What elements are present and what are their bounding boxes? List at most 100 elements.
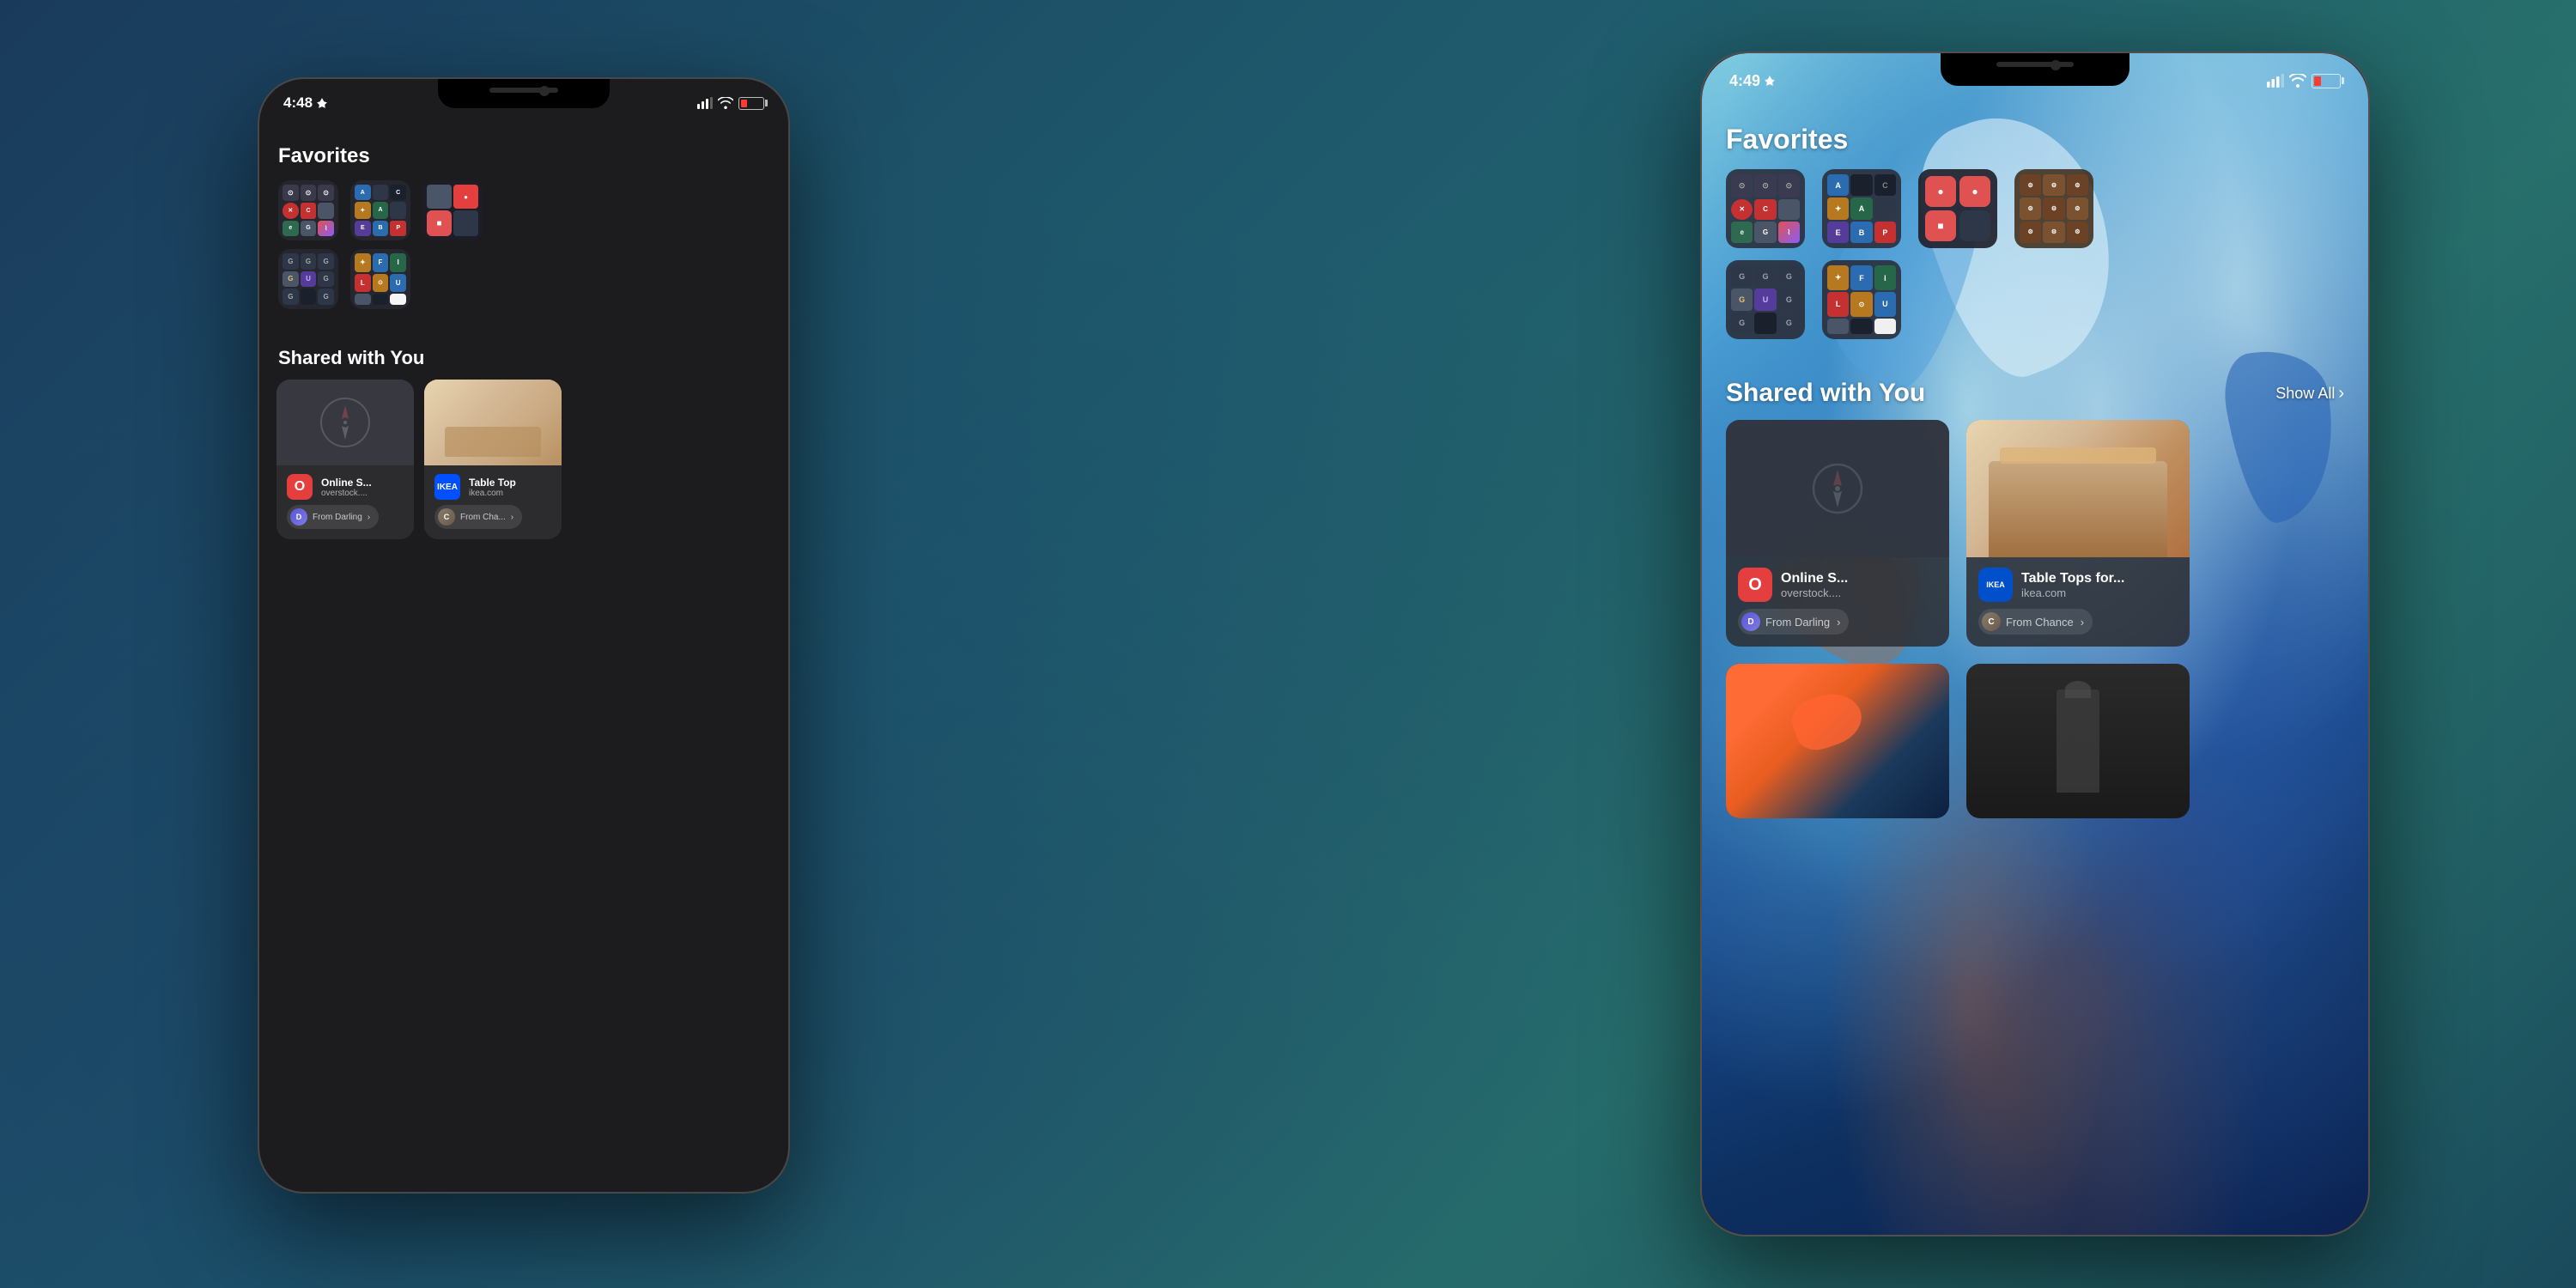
favorites-row1-back: ⊙ ⊙ ⊙ ✕ C e G ⌇ A C [259, 180, 788, 240]
table-top-image-back [424, 380, 562, 465]
app-cell-back: A [355, 185, 371, 200]
from-tag-1-back[interactable]: D From Darling › [287, 505, 379, 529]
card-info-1-front: O Online S... overstock.... D From Darli… [1726, 557, 1949, 647]
app-cell-back [390, 202, 406, 218]
card-image-1-front [1726, 420, 1949, 557]
status-bar-back: 4:48 [283, 91, 764, 115]
app-cell-back: U [301, 271, 317, 288]
bottom-thumbs-row [1702, 647, 2368, 818]
app-cell-back: F [373, 253, 389, 272]
app-cell-back: ✕ [283, 203, 299, 218]
shared-card-2-back[interactable]: IKEA Table Top ikea.com C From Cha... [424, 380, 562, 539]
from-tag-2-back[interactable]: C From Cha... › [434, 505, 522, 529]
card-domain-2-front: ikea.com [2021, 586, 2124, 599]
card-title-2-back: Table Top [469, 477, 516, 489]
shared-card-1-front[interactable]: O Online S... overstock.... D From Darli… [1726, 420, 1949, 647]
shared-row-back: O Online S... overstock.... D From Darli… [259, 380, 788, 539]
shared-card-2-front[interactable]: IKEA Table Tops for... ikea.com C From C… [1966, 420, 2190, 647]
app-cell-back: G [301, 221, 317, 236]
app-cell-back [427, 185, 452, 209]
card-info-1-back: O Online S... overstock.... D From Darli… [276, 465, 414, 539]
from-chevron-2-front: › [2081, 616, 2084, 629]
card-info-2-front: IKEA Table Tops for... ikea.com C From C… [1966, 557, 2190, 647]
card-row-2-front: IKEA Table Tops for... ikea.com [1978, 568, 2178, 602]
thumb-1-front[interactable] [1726, 664, 1949, 818]
folder-3-back[interactable]: ● ■ [422, 180, 483, 240]
status-icons-front [2267, 74, 2341, 88]
folder-1-back[interactable]: ⊙ ⊙ ⊙ ✕ C e G ⌇ [278, 180, 338, 240]
from-label-1-back: From Darling [313, 513, 362, 522]
card-row-1-front: O Online S... overstock.... [1738, 568, 1937, 602]
from-label-1-front: From Darling [1765, 616, 1830, 629]
signal-icon-front [2267, 74, 2284, 88]
from-label-2-front: From Chance [2006, 616, 2074, 629]
app-cell-back: ✦ [355, 253, 371, 272]
speaker-front [1996, 62, 2074, 67]
folder-2-back[interactable]: A C ✦ A E B P [350, 180, 410, 240]
site-icon-1-back: O [287, 474, 313, 500]
battery-icon-front [2312, 74, 2341, 88]
app-cell-back: U [390, 274, 406, 293]
card-domain-1-back: overstock.... [321, 489, 372, 498]
app-cell-back: G [318, 253, 334, 270]
from-chevron-2-back: › [511, 513, 513, 522]
app-cell-back: G [301, 253, 317, 270]
folder-1-front[interactable]: ⊙ ⊙ ⊙ ✕ C e G ⌇ [1726, 169, 1805, 248]
card-image-2-back [424, 380, 562, 465]
main-scene: 4:48 [0, 0, 2576, 1288]
card-title-1-back: Online S... [321, 477, 372, 489]
site-icon-2-back: IKEA [434, 474, 460, 500]
safari-placeholder-front [1726, 420, 1949, 557]
phone-back: 4:48 [258, 77, 790, 1194]
show-all-label: Show All [2275, 385, 2335, 403]
compass-icon-back [319, 397, 371, 448]
folder-3-front[interactable]: ● ● ■ [1918, 169, 1997, 248]
card-title-2-front: Table Tops for... [2021, 571, 2124, 586]
app-cell-back: B [373, 221, 389, 236]
from-tag-1-front[interactable]: D From Darling › [1738, 609, 1849, 635]
time-back: 4:48 [283, 94, 328, 112]
card-image-1-back [276, 380, 414, 465]
shared-card-1-back[interactable]: O Online S... overstock.... D From Darli… [276, 380, 414, 539]
card-row-2-back: IKEA Table Top ikea.com [434, 474, 551, 500]
folder-5-front[interactable]: G G G G U G G G [1726, 260, 1805, 339]
card-domain-1-front: overstock.... [1781, 586, 1848, 599]
folder-2-front[interactable]: A C ✦ A E B P [1822, 169, 1901, 248]
app-cell-back: C [390, 185, 406, 200]
content-area-back: Favorites ⊙ ⊙ ⊙ ✕ C e G ⌇ [259, 131, 788, 1192]
app-cell-back [355, 294, 371, 305]
folder-5-back[interactable]: ✦ F I L ⊙ U [350, 249, 410, 309]
app-cell-back: e [283, 221, 299, 236]
favorites-row2-front: G G G G U G G G ✦ F I [1702, 260, 2368, 339]
app-cell-back: C [301, 203, 317, 218]
compass-icon-front [1812, 463, 1863, 514]
safari-placeholder-back [276, 380, 414, 465]
from-tag-2-front[interactable]: C From Chance › [1978, 609, 2093, 635]
app-cell-back: G [318, 289, 334, 305]
site-icon-1-front: O [1738, 568, 1772, 602]
thumb-2-front[interactable] [1966, 664, 2190, 818]
card-image-2-front [1966, 420, 2190, 557]
card-title-1-front: Online S... [1781, 571, 1848, 586]
app-cell-back: ■ [427, 210, 452, 236]
show-all-button[interactable]: Show All › [2275, 384, 2344, 404]
app-cell-back: ⌇ [318, 221, 334, 236]
app-cell-back: E [355, 221, 371, 236]
card-domain-2-back: ikea.com [469, 489, 516, 498]
folder-6-front[interactable]: ✦ F I L ⊙ U [1822, 260, 1901, 339]
app-cell-back: ⊙ [318, 185, 334, 201]
status-icons-back [697, 97, 764, 110]
folder-4-front[interactable]: ⚙ ⚙ ⚙ ⚙ ⚙ ⚙ ⚙ ⚙ ⚙ [2014, 169, 2093, 248]
from-avatar-2-front: C [1982, 612, 2001, 631]
screen-front: 4:49 [1702, 53, 2368, 1235]
app-cell-back: I [390, 253, 406, 272]
from-chevron-1-back: › [368, 513, 370, 522]
folder-4-back[interactable]: G G G G U G G G [278, 249, 338, 309]
card-text-1-back: Online S... overstock.... [321, 477, 372, 498]
favorites-title-back: Favorites [259, 131, 788, 180]
shared-title-back: Shared with You [259, 335, 788, 380]
status-bar-front: 4:49 [1729, 69, 2341, 93]
shared-section-header-front: Shared with You Show All › [1702, 365, 2368, 420]
content-area-front: Favorites ⊙ ⊙ ⊙ ✕ C e G ⌇ [1702, 105, 2368, 1235]
shared-row-front: O Online S... overstock.... D From Darli… [1702, 420, 2368, 647]
